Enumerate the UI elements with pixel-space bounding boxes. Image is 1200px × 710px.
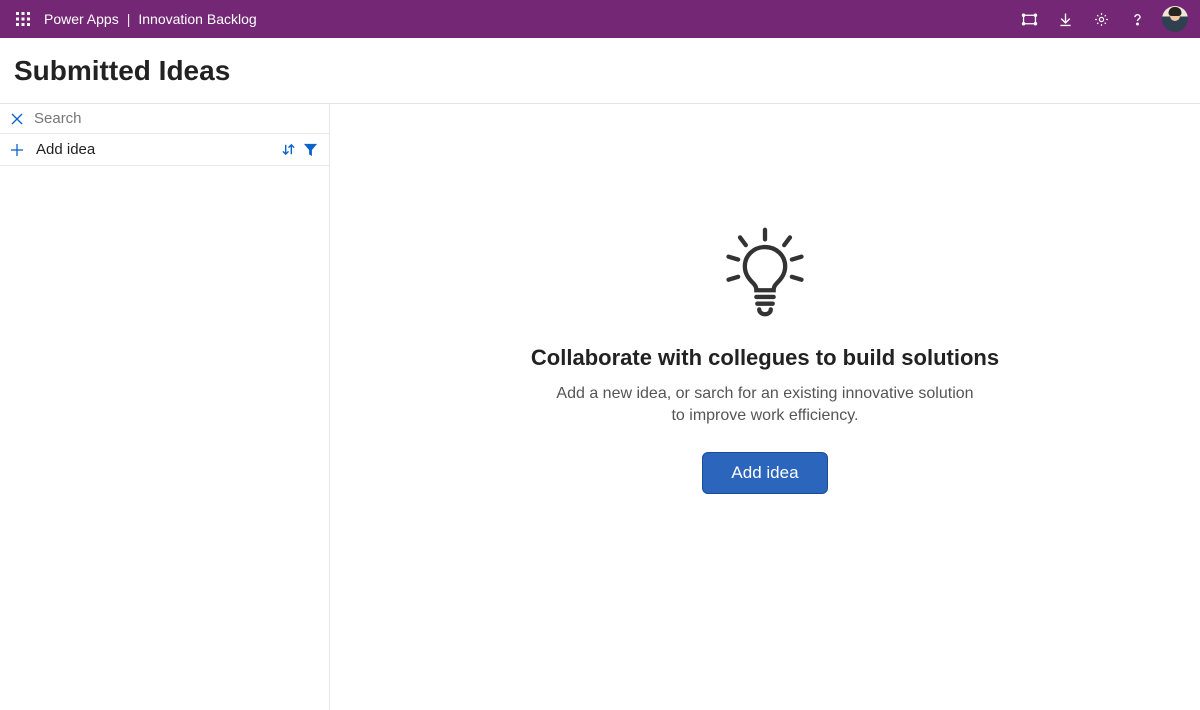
waffle-icon[interactable] xyxy=(8,4,38,34)
plus-icon[interactable] xyxy=(8,143,26,157)
fit-icon[interactable] xyxy=(1012,2,1046,36)
app-header: Power Apps | Innovation Backlog xyxy=(0,0,1200,38)
empty-heading: Collaborate with collegues to build solu… xyxy=(531,345,999,371)
search-input[interactable] xyxy=(34,110,321,127)
help-icon[interactable] xyxy=(1120,2,1154,36)
clear-search-icon[interactable] xyxy=(8,113,26,125)
filter-icon[interactable] xyxy=(299,142,321,157)
separator: | xyxy=(127,11,131,27)
lightbulb-icon xyxy=(717,224,813,325)
empty-state: Collaborate with collegues to build solu… xyxy=(531,224,999,494)
app-name: Innovation Backlog xyxy=(138,11,256,27)
header-actions xyxy=(1012,2,1192,36)
add-idea-button[interactable]: Add idea xyxy=(702,452,827,494)
brand-label: Power Apps | Innovation Backlog xyxy=(44,11,257,27)
page-titlebar: Submitted Ideas xyxy=(0,38,1200,104)
avatar[interactable] xyxy=(1162,6,1188,32)
main-area: Collaborate with collegues to build solu… xyxy=(330,104,1200,710)
sort-icon[interactable] xyxy=(277,142,299,157)
empty-body: Add a new idea, or sarch for an existing… xyxy=(555,383,975,428)
content: Add idea xyxy=(0,104,1200,710)
page-title: Submitted Ideas xyxy=(14,55,230,87)
gear-icon[interactable] xyxy=(1084,2,1118,36)
side-panel: Add idea xyxy=(0,104,330,710)
product-name: Power Apps xyxy=(44,11,119,27)
add-idea-row: Add idea xyxy=(0,134,329,166)
download-icon[interactable] xyxy=(1048,2,1082,36)
add-idea-link[interactable]: Add idea xyxy=(36,141,95,158)
search-row xyxy=(0,104,329,134)
